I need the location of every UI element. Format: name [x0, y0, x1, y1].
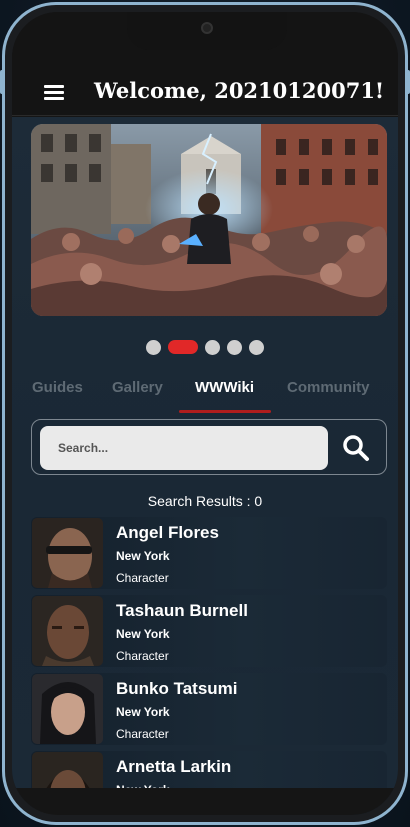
active-tab-indicator [179, 410, 271, 413]
list-item[interactable]: Angel Flores New York Character [31, 517, 387, 589]
hero-banner-image[interactable] [31, 124, 387, 316]
main-content: Guides Gallery WWWiki Community Search R… [12, 117, 398, 815]
search-icon[interactable] [340, 432, 372, 464]
character-list: Angel Flores New York Character Tashaun … [31, 517, 387, 815]
character-name: Tashaun Burnell [116, 601, 248, 620]
carousel-indicators [12, 339, 398, 355]
character-location: New York [116, 705, 170, 719]
list-item[interactable]: Bunko Tatsumi New York Character [31, 673, 387, 745]
character-type: Character [116, 727, 169, 741]
tab-guides[interactable]: Guides [32, 379, 83, 396]
character-portrait [32, 596, 103, 666]
character-name: Angel Flores [116, 523, 219, 542]
tab-bar: Guides Gallery WWWiki Community [12, 379, 398, 413]
phone-screen: Welcome, 20210120071! Guides Gallery WWW… [12, 12, 398, 815]
search-input[interactable] [40, 426, 328, 470]
carousel-dot[interactable] [146, 339, 161, 355]
tab-community[interactable]: Community [287, 379, 370, 396]
carousel-dot-active[interactable] [168, 340, 198, 354]
carousel-dot[interactable] [227, 339, 242, 355]
character-type: Character [116, 571, 169, 585]
character-location: New York [116, 627, 170, 641]
hamburger-menu-icon[interactable] [44, 85, 64, 101]
phone-frame: Welcome, 20210120071! Guides Gallery WWW… [2, 2, 408, 825]
list-item[interactable]: Tashaun Burnell New York Character [31, 595, 387, 667]
search-container [31, 419, 387, 475]
phone-notch [127, 12, 287, 50]
tab-gallery[interactable]: Gallery [112, 379, 163, 396]
character-location: New York [116, 549, 170, 563]
character-name: Bunko Tatsumi [116, 679, 238, 698]
character-portrait [32, 674, 103, 744]
tab-wwwiki[interactable]: WWWiki [195, 379, 254, 396]
camera-icon [201, 22, 213, 34]
search-results-count: Search Results : 0 [147, 493, 263, 509]
character-portrait [32, 518, 103, 588]
welcome-title: Welcome, 20210120071! [94, 78, 385, 103]
bottom-bezel [12, 788, 398, 815]
character-type: Character [116, 649, 169, 663]
carousel-dot[interactable] [205, 339, 220, 355]
character-name: Arnetta Larkin [116, 757, 232, 776]
carousel-dot[interactable] [249, 339, 264, 355]
